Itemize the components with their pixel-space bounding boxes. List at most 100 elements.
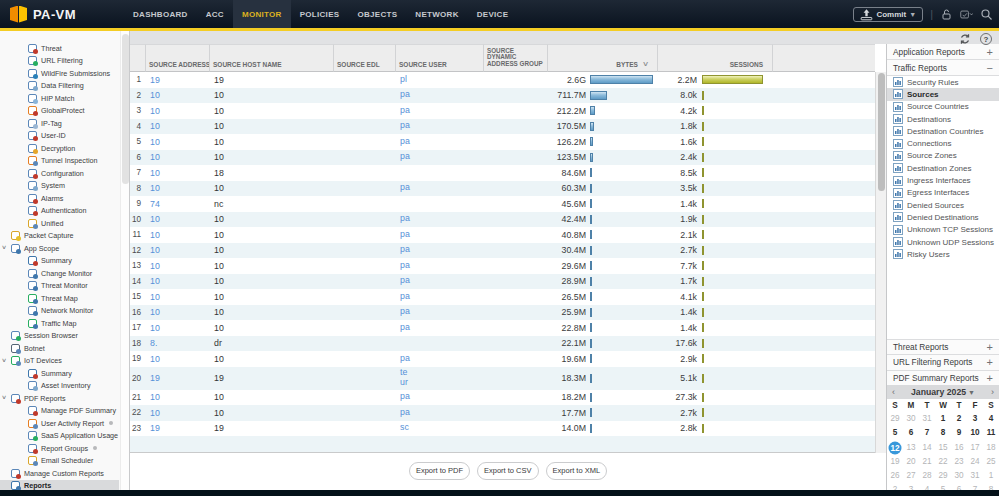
source-address-link[interactable]: 8. (150, 338, 157, 348)
calendar-day[interactable]: 16 (951, 441, 967, 455)
sidebar-item-summary[interactable]: Summary (0, 255, 119, 268)
report-item-denied-destinations[interactable]: Denied Destinations (887, 211, 999, 223)
source-user-link[interactable]: pa (400, 137, 410, 147)
source-address-link[interactable]: 19 (150, 373, 160, 383)
sidebar-item-wildfire-submissions[interactable]: WildFire Submissions (0, 67, 119, 80)
source-address-link[interactable]: 10 (150, 323, 160, 333)
expand-icon[interactable]: + (987, 373, 993, 383)
source-user-link[interactable]: sc (400, 423, 409, 433)
sidebar-item-traffic-map[interactable]: Traffic Map (0, 317, 119, 330)
export-to-xml-button[interactable]: Export to XML (546, 462, 608, 480)
sidebar-item-configuration[interactable]: Configuration (0, 167, 119, 180)
nav-network[interactable]: NETWORK (406, 0, 467, 28)
table-row[interactable]: 51010pa126.2M1.6k (130, 134, 875, 150)
section-traffic-reports[interactable]: Traffic Reports − (887, 60, 999, 76)
sidebar-item-session-browser[interactable]: Session Browser (0, 330, 119, 343)
source-address-link[interactable]: 10 (150, 392, 160, 402)
source-user-link[interactable]: pa (400, 152, 410, 162)
expand-icon[interactable]: + (987, 47, 993, 57)
sidebar-item-data-filtering[interactable]: Data Filtering (0, 80, 119, 93)
report-item-denied-sources[interactable]: Denied Sources (887, 199, 999, 211)
source-user-link[interactable]: pa (400, 183, 410, 193)
col-header-source-user[interactable]: SOURCE USER (396, 44, 484, 72)
table-row[interactable]: 31010pa212.2M4.2k (130, 103, 875, 119)
nav-device[interactable]: DEVICE (468, 0, 518, 28)
collapse-icon[interactable]: − (987, 63, 993, 73)
sidebar-item-threat-map[interactable]: Threat Map (0, 292, 119, 305)
sidebar-item-manage-custom-reports[interactable]: Manage Custom Reports (0, 467, 119, 480)
nav-objects[interactable]: OBJECTS (348, 0, 406, 28)
refresh-icon[interactable] (959, 33, 971, 45)
report-item-destinations[interactable]: Destinations (887, 113, 999, 125)
sidebar-item-decryption[interactable]: Decryption (0, 142, 119, 155)
sidebar-item-ip-tag[interactable]: IP-Tag (0, 117, 119, 130)
source-address-link[interactable]: 10 (150, 261, 160, 271)
table-row[interactable]: 151010pa26.5M4.1k (130, 289, 875, 305)
table-row[interactable]: 21010pa711.7M8.0k (130, 88, 875, 104)
calendar-day[interactable]: 28 (919, 469, 935, 483)
table-row[interactable]: 201919teur18.3M5.1k (130, 367, 875, 390)
section-pdf-summary-reports[interactable]: PDF Summary Reports + (887, 370, 999, 385)
report-item-ingress-interfaces[interactable]: Ingress Interfaces (887, 174, 999, 186)
section-application-reports[interactable]: Application Reports + (887, 44, 999, 60)
sidebar-item-user-id[interactable]: User-ID (0, 130, 119, 143)
table-row[interactable]: 141010pa28.9M1.7k (130, 274, 875, 290)
source-user-link[interactable]: pa (400, 230, 410, 240)
source-user-link[interactable]: pa (400, 121, 410, 131)
table-row[interactable]: 111010pa40.8M2.1k (130, 227, 875, 243)
calendar-day[interactable]: 26 (887, 469, 903, 483)
calendar-day[interactable]: 11 (983, 426, 999, 440)
col-header-sessions[interactable]: SESSIONS (658, 44, 773, 72)
calendar-day[interactable]: 2 (951, 412, 967, 426)
source-address-link[interactable]: 74 (150, 199, 160, 209)
sidebar-item-tunnel-inspection[interactable]: Tunnel Inspection (0, 155, 119, 168)
calendar-day[interactable]: 31 (967, 469, 983, 483)
report-item-source-countries[interactable]: Source Countries (887, 101, 999, 113)
source-user-link[interactable]: pa (400, 106, 410, 116)
calendar-day[interactable]: 25 (983, 455, 999, 469)
calendar-day[interactable]: 24 (967, 455, 983, 469)
table-row[interactable]: 61010pa123.5M2.4k (130, 150, 875, 166)
sidebar-item-manage-pdf-summary[interactable]: Manage PDF Summary (0, 405, 119, 418)
source-address-link[interactable]: 10 (150, 214, 160, 224)
sidebar-item-change-monitor[interactable]: Change Monitor (0, 267, 119, 280)
table-row[interactable]: 41010pa170.5M1.8k (130, 119, 875, 135)
calendar-day[interactable]: 15 (935, 441, 951, 455)
calendar-day[interactable]: 14 (919, 441, 935, 455)
source-user-link[interactable]: pa (400, 214, 410, 224)
calendar-day[interactable]: 17 (967, 441, 983, 455)
sidebar-item-threat[interactable]: Threat (0, 42, 119, 55)
col-header-source-host-name[interactable]: SOURCE HOST NAME (210, 44, 334, 72)
sidebar-item-unified[interactable]: Unified (0, 217, 119, 230)
sidebar-item-asset-inventory[interactable]: Asset Inventory (0, 380, 119, 393)
source-address-link[interactable]: 10 (150, 168, 160, 178)
source-address-link[interactable]: 10 (150, 230, 160, 240)
table-row[interactable]: 171010pa22.8M1.4k (130, 320, 875, 336)
calendar-day[interactable]: 5 (887, 426, 903, 440)
source-address-link[interactable]: 10 (150, 121, 160, 131)
sidebar-item-packet-capture[interactable]: Packet Capture (0, 230, 119, 243)
table-row[interactable]: 231919sc14.0M2.8k (130, 421, 875, 437)
sidebar-item-email-scheduler[interactable]: Email Scheduler (0, 455, 119, 468)
calendar-day[interactable]: 9 (951, 426, 967, 440)
calendar-day[interactable]: 19 (887, 455, 903, 469)
source-user-link[interactable]: pa (400, 292, 410, 302)
calendar-day-selected[interactable]: 12 (887, 441, 903, 455)
calendar-day[interactable]: 30 (951, 469, 967, 483)
chevron-down-icon[interactable]: ∨ (1, 244, 7, 250)
report-item-sources[interactable]: Sources (887, 88, 999, 100)
calendar-day[interactable]: 13 (903, 441, 919, 455)
source-address-link[interactable]: 10 (150, 137, 160, 147)
expand-icon[interactable]: + (987, 357, 993, 367)
nav-dashboard[interactable]: DASHBOARD (124, 0, 197, 28)
source-address-link[interactable]: 10 (150, 354, 160, 364)
calendar-day[interactable]: 29 (935, 469, 951, 483)
table-row[interactable]: 161010pa25.9M1.4k (130, 305, 875, 321)
report-item-connections[interactable]: Connections (887, 137, 999, 149)
nav-monitor[interactable]: MONITOR (233, 0, 291, 28)
source-address-link[interactable]: 19 (150, 423, 160, 433)
table-scrollbar-thumb[interactable] (878, 73, 885, 191)
sidebar-item-authentication[interactable]: Authentication (0, 205, 119, 218)
sidebar-item-system[interactable]: System (0, 180, 119, 193)
search-icon[interactable] (980, 8, 993, 21)
